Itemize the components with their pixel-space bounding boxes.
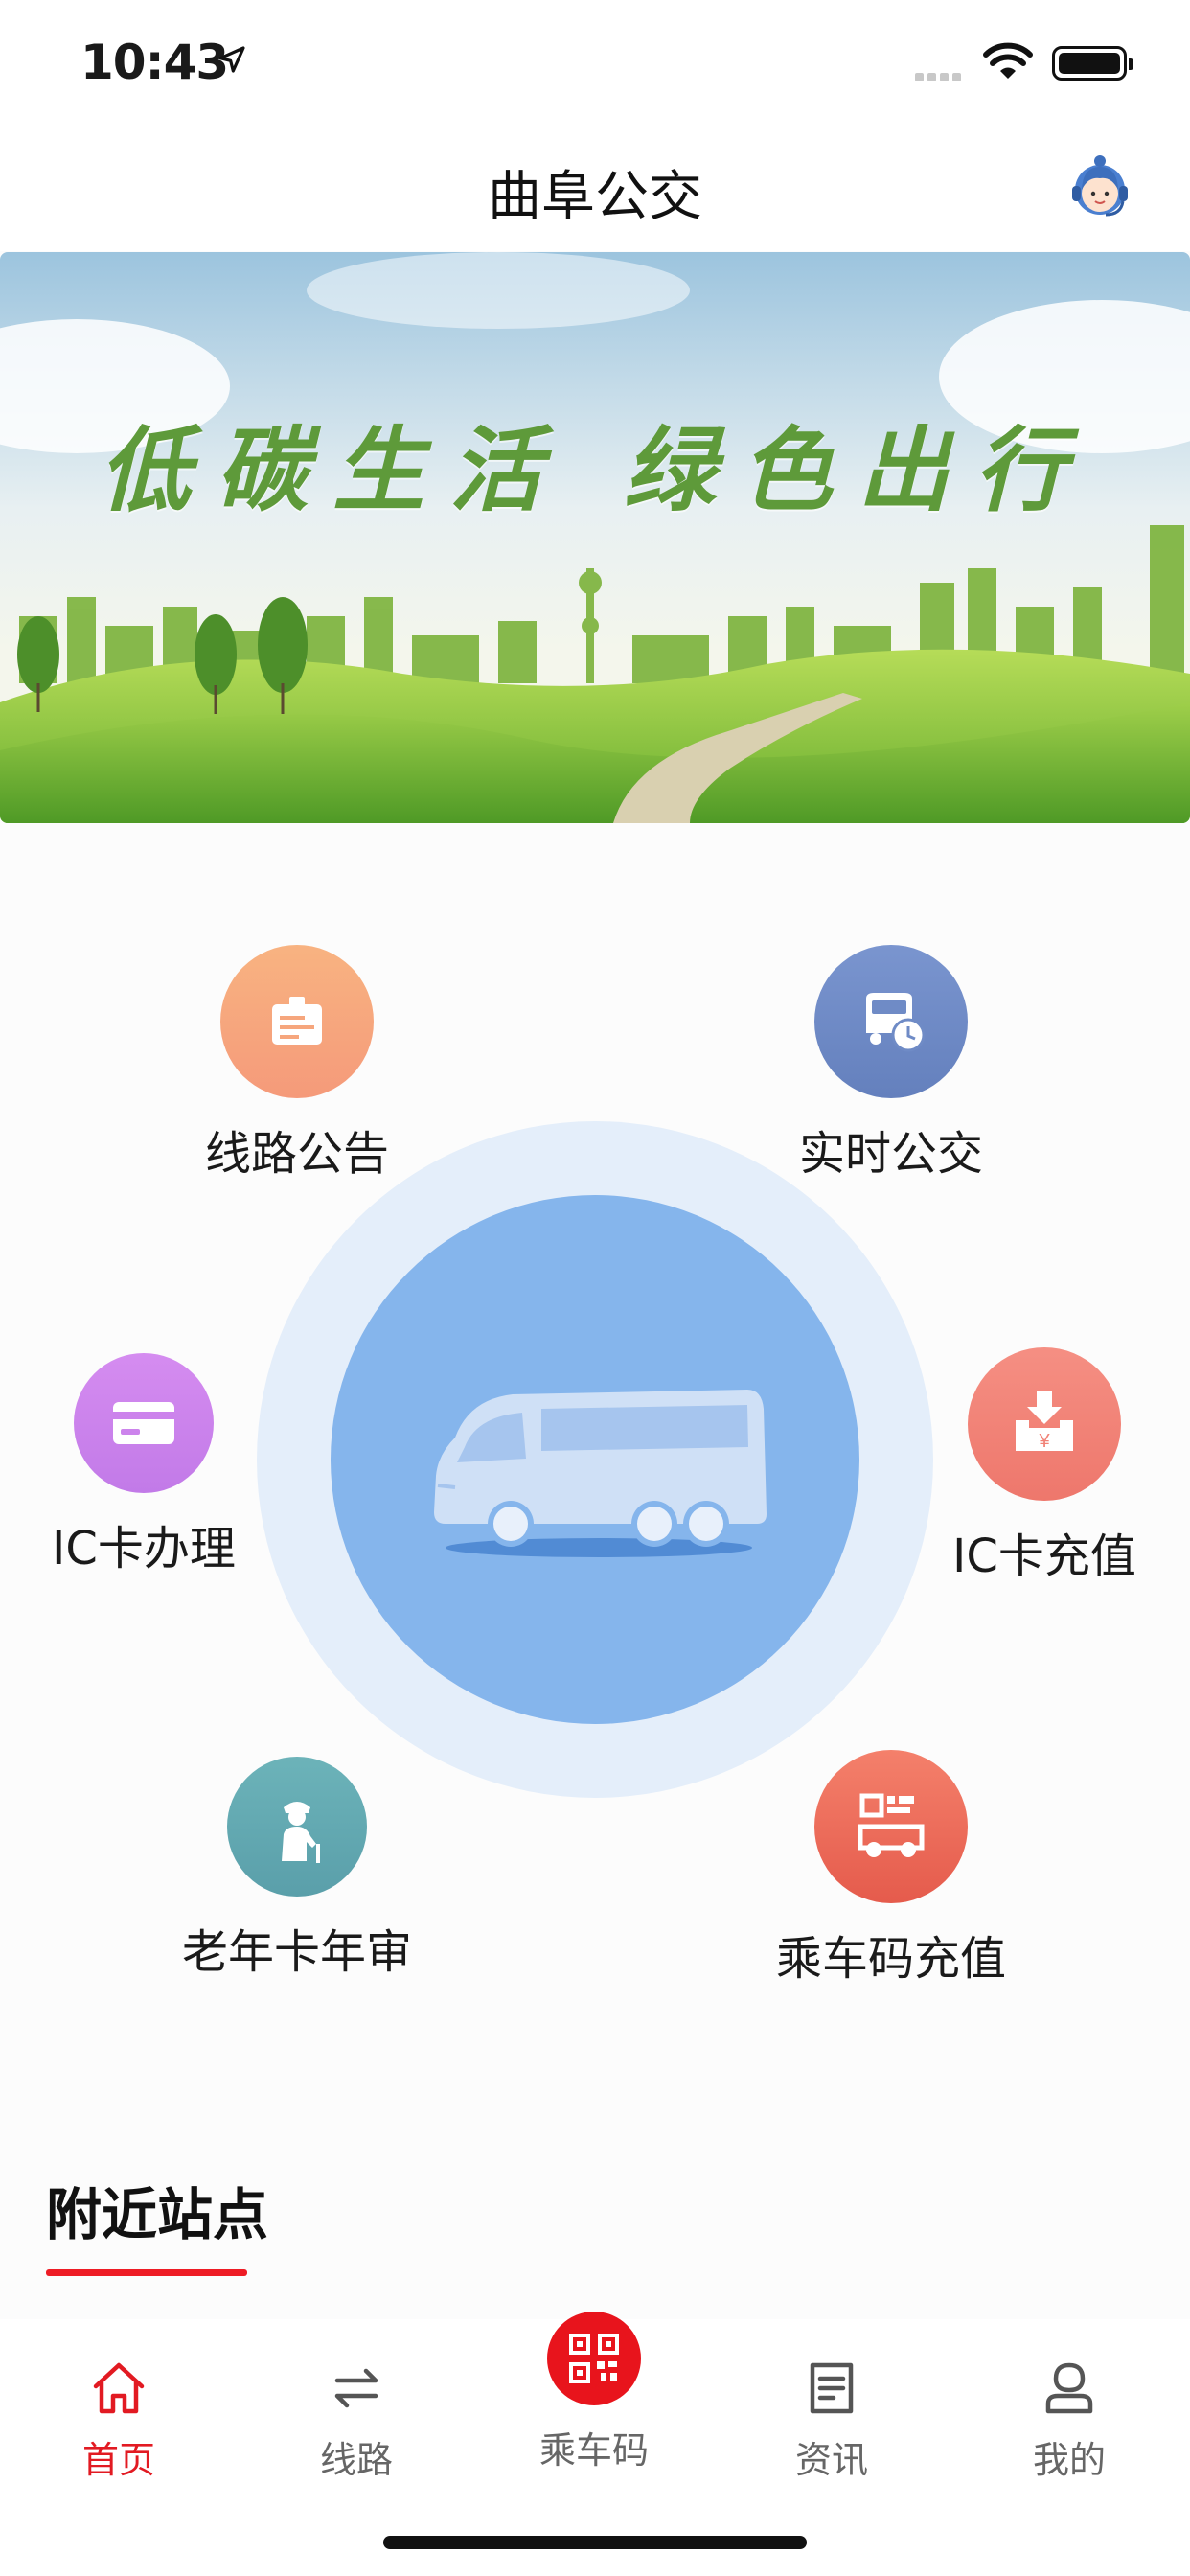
service-ic-card-apply[interactable]: IC卡办理 bbox=[0, 1353, 287, 1577]
wifi-icon bbox=[983, 42, 1033, 79]
home-icon bbox=[93, 2362, 145, 2414]
nearby-stations-title: 附近站点 bbox=[46, 2182, 269, 2247]
service-label: 实时公交 bbox=[798, 1127, 983, 1181]
battery-icon bbox=[1052, 46, 1133, 80]
banner-slogan: 低碳生活 绿色出行 bbox=[99, 416, 1091, 524]
svg-text:¥: ¥ bbox=[1038, 1431, 1050, 1452]
section-underline bbox=[46, 2269, 247, 2276]
tab-label: 乘车码 bbox=[538, 2429, 649, 2472]
status-bar: 10:43 bbox=[0, 0, 1190, 125]
location-arrow-icon bbox=[218, 46, 245, 73]
service-label: 老年卡年审 bbox=[181, 1925, 412, 1979]
page-title: 曲阜公交 bbox=[488, 166, 702, 228]
tab-news[interactable]: 资讯 bbox=[713, 2319, 950, 2483]
service-label: IC卡办理 bbox=[52, 1522, 236, 1576]
tab-label: 资讯 bbox=[794, 2439, 868, 2481]
route-swap-icon bbox=[334, 2368, 378, 2408]
bus-clock-icon bbox=[814, 945, 968, 1098]
tab-profile[interactable]: 我的 bbox=[950, 2319, 1188, 2483]
elderly-person-icon bbox=[227, 1757, 367, 1897]
nav-header: 曲阜公交 bbox=[0, 125, 1190, 251]
service-realtime-bus[interactable]: 实时公交 bbox=[747, 945, 1035, 1183]
tab-ride-code[interactable]: 乘车码 bbox=[475, 2312, 713, 2473]
tab-label: 我的 bbox=[1032, 2439, 1106, 2481]
service-hub: 线路公告 实时公交 IC卡办理 ¥ IC卡充值 老年卡年审 乘车码充值 附近站点 bbox=[0, 824, 1190, 2319]
service-label: 线路公告 bbox=[204, 1127, 389, 1181]
service-qr-recharge[interactable]: 乘车码充值 bbox=[747, 1750, 1035, 1988]
notice-board-icon bbox=[220, 945, 374, 1098]
profile-icon bbox=[1045, 2362, 1093, 2414]
service-route-notice[interactable]: 线路公告 bbox=[153, 945, 441, 1183]
promo-banner[interactable]: 低碳生活 绿色出行 bbox=[0, 252, 1190, 823]
card-icon bbox=[74, 1353, 214, 1493]
status-time: 10:43 bbox=[80, 34, 229, 90]
tab-home[interactable]: 首页 bbox=[0, 2319, 238, 2483]
tab-label: 线路 bbox=[319, 2439, 393, 2481]
qr-code-icon bbox=[547, 2312, 641, 2405]
service-label: 乘车码充值 bbox=[775, 1932, 1006, 1986]
service-senior-card-review[interactable]: 老年卡年审 bbox=[153, 1757, 441, 1981]
service-ic-card-recharge[interactable]: ¥ IC卡充值 bbox=[901, 1347, 1188, 1585]
tab-label: 首页 bbox=[81, 2439, 155, 2481]
tab-routes[interactable]: 线路 bbox=[238, 2319, 475, 2483]
bus-icon bbox=[434, 1390, 767, 1557]
news-icon bbox=[810, 2362, 854, 2414]
recharge-download-icon: ¥ bbox=[968, 1347, 1121, 1501]
cellular-signal-icon bbox=[915, 67, 965, 85]
banner-landscape-image bbox=[0, 252, 1190, 823]
customer-service-icon[interactable] bbox=[1064, 151, 1136, 224]
service-label: IC卡充值 bbox=[952, 1530, 1136, 1583]
qr-bus-icon bbox=[814, 1750, 968, 1903]
home-indicator[interactable] bbox=[383, 2536, 807, 2549]
